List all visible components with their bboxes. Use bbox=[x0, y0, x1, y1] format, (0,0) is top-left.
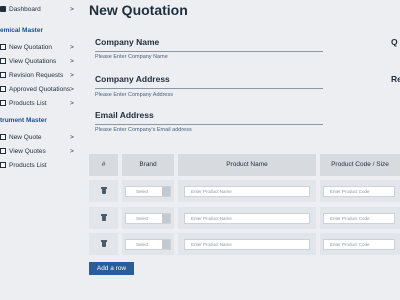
sidebar-item-revision-requests[interactable]: Revision Requests > bbox=[0, 71, 82, 81]
sidebar-item-label: New Quotation bbox=[9, 44, 52, 51]
brand-select[interactable]: Select bbox=[125, 186, 171, 197]
page-icon bbox=[0, 58, 6, 64]
product-code-input[interactable]: Enter Product Code bbox=[323, 213, 395, 224]
sidebar-item-approved-quotations[interactable]: Approved Quotations > bbox=[0, 85, 82, 95]
sidebar-section-chemical-master: emical Master bbox=[0, 27, 43, 34]
chevron-down-icon bbox=[162, 214, 170, 223]
sidebar-item-label: Revision Requests bbox=[9, 72, 64, 79]
table-header-index: # bbox=[89, 154, 118, 176]
product-code-cell: Enter Product Code bbox=[320, 180, 400, 202]
product-name-cell: Enter Product Name bbox=[178, 233, 316, 255]
chevron-right-icon: > bbox=[70, 100, 74, 107]
sidebar-item-label: Products List bbox=[9, 100, 47, 107]
email-address-placeholder: Please Enter Company's Email address bbox=[95, 127, 192, 133]
sidebar-item-label: Products List bbox=[9, 162, 47, 169]
sidebar-item-new-quotation[interactable]: New Quotation > bbox=[0, 43, 82, 53]
page-icon bbox=[0, 44, 6, 50]
page-icon bbox=[0, 100, 6, 106]
chevron-right-icon: > bbox=[70, 72, 74, 79]
page-icon bbox=[0, 134, 6, 140]
chevron-right-icon: > bbox=[70, 134, 74, 141]
product-name-cell: Enter Product Name bbox=[178, 207, 316, 229]
product-name-cell: Enter Product Name bbox=[178, 180, 316, 202]
brand-select[interactable]: Select bbox=[125, 239, 171, 250]
trash-icon[interactable] bbox=[101, 187, 107, 194]
chevron-right-icon: > bbox=[70, 6, 74, 13]
product-code-input[interactable]: Enter Product Code bbox=[323, 186, 395, 197]
company-address-placeholder: Please Enter Company Address bbox=[95, 92, 173, 98]
brand-cell: Select bbox=[122, 233, 174, 255]
trash-icon[interactable] bbox=[101, 214, 107, 221]
sidebar-item-view-quotations[interactable]: View Quotations > bbox=[0, 57, 82, 67]
add-row-button[interactable]: Add a row bbox=[89, 262, 134, 275]
chevron-right-icon: > bbox=[70, 86, 74, 93]
sidebar-item-label: View Quotes bbox=[9, 148, 46, 155]
page-title: New Quotation bbox=[89, 2, 188, 18]
table-header-product-name: Product Name bbox=[178, 154, 316, 176]
chevron-right-icon: > bbox=[70, 58, 74, 65]
product-code-input[interactable]: Enter Product Code bbox=[323, 239, 395, 250]
email-address-field[interactable] bbox=[95, 124, 323, 125]
brand-cell: Select bbox=[122, 207, 174, 229]
product-name-input[interactable]: Enter Product Name bbox=[184, 213, 310, 224]
chevron-right-icon: > bbox=[70, 44, 74, 51]
right-field-label: Re bbox=[391, 74, 400, 84]
company-name-label: Company Name bbox=[95, 37, 160, 47]
brand-select-value: Select bbox=[136, 189, 149, 194]
product-name-input[interactable]: Enter Product Name bbox=[184, 186, 310, 197]
sidebar-item-label: New Quote bbox=[9, 134, 42, 141]
sidebar-item-dashboard[interactable]: Dashboard > bbox=[0, 5, 82, 15]
product-name-input[interactable]: Enter Product Name bbox=[184, 239, 310, 250]
company-address-label: Company Address bbox=[95, 74, 170, 84]
right-field-label: Q bbox=[391, 37, 398, 47]
main-content: New Quotation Company Name Please Enter … bbox=[82, 0, 400, 300]
sidebar-item-label: Dashboard bbox=[9, 6, 41, 13]
chevron-right-icon: > bbox=[70, 148, 74, 155]
product-code-cell: Enter Product Code bbox=[320, 207, 400, 229]
company-name-field[interactable] bbox=[95, 51, 323, 52]
brand-select-value: Select bbox=[136, 216, 149, 221]
sidebar-item-instrument-products-list[interactable]: Products List bbox=[0, 161, 82, 171]
page-icon bbox=[0, 148, 6, 154]
chevron-down-icon bbox=[162, 187, 170, 196]
company-name-placeholder: Please Enter Company Name bbox=[95, 54, 168, 60]
company-address-field[interactable] bbox=[95, 88, 323, 89]
sidebar-item-new-quote[interactable]: New Quote > bbox=[0, 133, 82, 143]
table-row bbox=[89, 233, 118, 255]
chevron-down-icon bbox=[162, 240, 170, 249]
table-header-product-code: Product Code / Size bbox=[320, 154, 400, 176]
sidebar: Dashboard > emical Master New Quotation … bbox=[0, 0, 82, 300]
dashboard-icon bbox=[0, 6, 6, 12]
brand-select[interactable]: Select bbox=[125, 213, 171, 224]
sidebar-item-label: Approved Quotations bbox=[9, 86, 71, 93]
page-icon bbox=[0, 162, 6, 168]
app-root: Dashboard > emical Master New Quotation … bbox=[0, 0, 400, 300]
brand-cell: Select bbox=[122, 180, 174, 202]
page-icon bbox=[0, 86, 6, 92]
sidebar-section-instrument-master: trument Master bbox=[0, 117, 47, 124]
brand-select-value: Select bbox=[136, 242, 149, 247]
table-row bbox=[89, 207, 118, 229]
email-address-label: Email Address bbox=[95, 110, 154, 120]
table-header-brand: Brand bbox=[122, 154, 174, 176]
sidebar-item-products-list[interactable]: Products List > bbox=[0, 99, 82, 109]
page-icon bbox=[0, 72, 6, 78]
sidebar-item-view-quotes[interactable]: View Quotes > bbox=[0, 147, 82, 157]
trash-icon[interactable] bbox=[101, 240, 107, 247]
product-code-cell: Enter Product Code bbox=[320, 233, 400, 255]
sidebar-item-label: View Quotations bbox=[9, 58, 57, 65]
table-row bbox=[89, 180, 118, 202]
